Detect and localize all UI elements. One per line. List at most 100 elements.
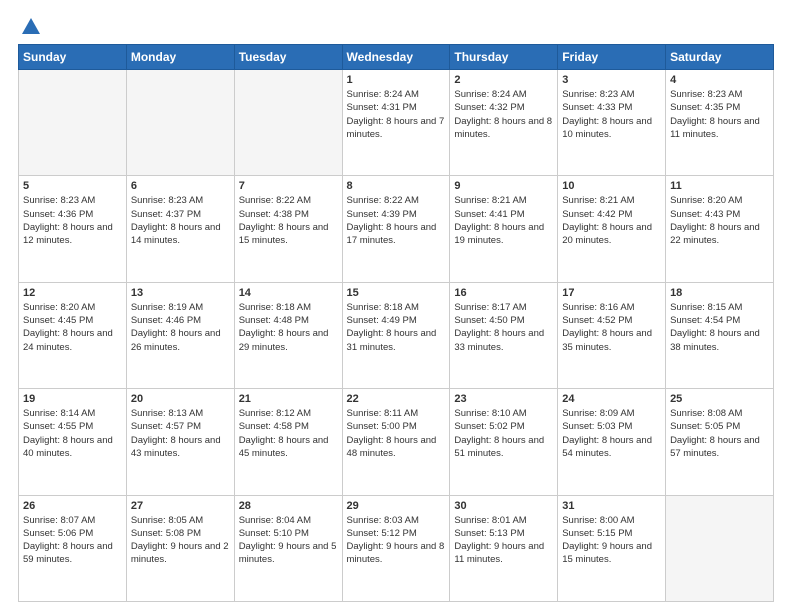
calendar-cell (126, 70, 234, 176)
calendar-cell: 9 Sunrise: 8:21 AMSunset: 4:41 PMDaylight… (450, 176, 558, 282)
calendar-cell: 12 Sunrise: 8:20 AMSunset: 4:45 PMDayligh… (19, 282, 127, 388)
weekday-header-thursday: Thursday (450, 45, 558, 70)
calendar-cell: 5Sunrise: 8:23 AMSunset: 4:36 PMDaylight… (19, 176, 127, 282)
calendar-cell: 1Sunrise: 8:24 AMSunset: 4:31 PMDaylight… (342, 70, 450, 176)
day-content: Sunrise: 8:09 AMSunset: 5:03 PMDaylight:… (562, 407, 661, 460)
day-content: Sunrise: 8:20 AMSunset: 4:45 PMDaylight:… (23, 301, 122, 354)
day-content: Sunrise: 8:19 AMSunset: 4:46 PMDaylight:… (131, 301, 230, 354)
day-number: 13 (131, 287, 230, 299)
day-content: Sunrise: 8:22 AMSunset: 4:38 PMDaylight:… (239, 194, 338, 247)
day-content: Sunrise: 8:21 AMSunset: 4:41 PMDaylight:… (454, 194, 553, 247)
day-number: 8 (347, 180, 446, 192)
day-content: Sunrise: 8:18 AMSunset: 4:49 PMDaylight:… (347, 301, 446, 354)
day-number: 1 (347, 74, 446, 86)
day-content: Sunrise: 8:15 AMSunset: 4:54 PMDaylight:… (670, 301, 769, 354)
day-content: Sunrise: 8:21 AMSunset: 4:42 PMDaylight:… (562, 194, 661, 247)
day-number: 20 (131, 393, 230, 405)
calendar-cell: 13 Sunrise: 8:19 AMSunset: 4:46 PMDayligh… (126, 282, 234, 388)
day-number: 31 (562, 500, 661, 512)
day-content: Sunrise: 8:24 AMSunset: 4:32 PMDaylight:… (454, 88, 553, 141)
day-content: Sunrise: 8:11 AMSunset: 5:00 PMDaylight:… (347, 407, 446, 460)
day-number: 7 (239, 180, 338, 192)
week-row-3: 12 Sunrise: 8:20 AMSunset: 4:45 PMDayligh… (19, 282, 774, 388)
day-number: 28 (239, 500, 338, 512)
calendar-cell: 19 Sunrise: 8:14 AMSunset: 4:55 PMDayligh… (19, 389, 127, 495)
page: SundayMondayTuesdayWednesdayThursdayFrid… (0, 0, 792, 612)
day-number: 29 (347, 500, 446, 512)
calendar-cell: 8 Sunrise: 8:22 AMSunset: 4:39 PMDaylight… (342, 176, 450, 282)
day-number: 15 (347, 287, 446, 299)
logo-icon (20, 16, 42, 38)
calendar-cell: 14 Sunrise: 8:18 AMSunset: 4:48 PMDayligh… (234, 282, 342, 388)
header (18, 16, 774, 38)
day-number: 22 (347, 393, 446, 405)
day-number: 4 (670, 74, 769, 86)
calendar-cell: 6Sunrise: 8:23 AMSunset: 4:37 PMDaylight… (126, 176, 234, 282)
day-content: Sunrise: 8:10 AMSunset: 5:02 PMDaylight:… (454, 407, 553, 460)
calendar-cell: 2 Sunrise: 8:24 AMSunset: 4:32 PMDaylight… (450, 70, 558, 176)
calendar-cell (666, 495, 774, 601)
calendar-cell: 21 Sunrise: 8:12 AMSunset: 4:58 PMDayligh… (234, 389, 342, 495)
calendar-cell: 10 Sunrise: 8:21 AMSunset: 4:42 PMDayligh… (558, 176, 666, 282)
day-number: 25 (670, 393, 769, 405)
day-number: 27 (131, 500, 230, 512)
calendar-cell: 3 Sunrise: 8:23 AMSunset: 4:33 PMDaylight… (558, 70, 666, 176)
day-content: Sunrise: 8:12 AMSunset: 4:58 PMDaylight:… (239, 407, 338, 460)
weekday-header-friday: Friday (558, 45, 666, 70)
day-number: 3 (562, 74, 661, 86)
day-number: 21 (239, 393, 338, 405)
day-content: Sunrise: 8:23 AMSunset: 4:37 PMDaylight:… (131, 194, 230, 247)
day-number: 30 (454, 500, 553, 512)
day-content: Sunrise: 8:03 AMSunset: 5:12 PMDaylight:… (347, 514, 446, 567)
calendar-cell: 16Sunrise: 8:17 AMSunset: 4:50 PMDayligh… (450, 282, 558, 388)
day-content: Sunrise: 8:01 AMSunset: 5:13 PMDaylight:… (454, 514, 553, 567)
day-number: 19 (23, 393, 122, 405)
day-number: 5 (23, 180, 122, 192)
day-content: Sunrise: 8:14 AMSunset: 4:55 PMDaylight:… (23, 407, 122, 460)
day-content: Sunrise: 8:08 AMSunset: 5:05 PMDaylight:… (670, 407, 769, 460)
day-number: 17 (562, 287, 661, 299)
day-number: 2 (454, 74, 553, 86)
day-content: Sunrise: 8:00 AMSunset: 5:15 PMDaylight:… (562, 514, 661, 567)
calendar-cell: 28 Sunrise: 8:04 AMSunset: 5:10 PMDayligh… (234, 495, 342, 601)
day-content: Sunrise: 8:07 AMSunset: 5:06 PMDaylight:… (23, 514, 122, 567)
day-number: 12 (23, 287, 122, 299)
day-content: Sunrise: 8:16 AMSunset: 4:52 PMDaylight:… (562, 301, 661, 354)
calendar-table: SundayMondayTuesdayWednesdayThursdayFrid… (18, 44, 774, 602)
calendar-cell: 17 Sunrise: 8:16 AMSunset: 4:52 PMDayligh… (558, 282, 666, 388)
calendar-cell: 22 Sunrise: 8:11 AMSunset: 5:00 PMDayligh… (342, 389, 450, 495)
logo (18, 16, 42, 38)
day-content: Sunrise: 8:23 AMSunset: 4:33 PMDaylight:… (562, 88, 661, 141)
weekday-header-row: SundayMondayTuesdayWednesdayThursdayFrid… (19, 45, 774, 70)
day-content: Sunrise: 8:04 AMSunset: 5:10 PMDaylight:… (239, 514, 338, 567)
weekday-header-sunday: Sunday (19, 45, 127, 70)
calendar-cell: 26 Sunrise: 8:07 AMSunset: 5:06 PMDayligh… (19, 495, 127, 601)
week-row-4: 19 Sunrise: 8:14 AMSunset: 4:55 PMDayligh… (19, 389, 774, 495)
weekday-header-saturday: Saturday (666, 45, 774, 70)
day-content: Sunrise: 8:22 AMSunset: 4:39 PMDaylight:… (347, 194, 446, 247)
weekday-header-wednesday: Wednesday (342, 45, 450, 70)
day-number: 24 (562, 393, 661, 405)
day-number: 18 (670, 287, 769, 299)
calendar-cell: 23Sunrise: 8:10 AMSunset: 5:02 PMDayligh… (450, 389, 558, 495)
calendar-cell: 7 Sunrise: 8:22 AMSunset: 4:38 PMDaylight… (234, 176, 342, 282)
day-number: 10 (562, 180, 661, 192)
calendar-cell: 20 Sunrise: 8:13 AMSunset: 4:57 PMDayligh… (126, 389, 234, 495)
day-content: Sunrise: 8:13 AMSunset: 4:57 PMDaylight:… (131, 407, 230, 460)
week-row-1: 1Sunrise: 8:24 AMSunset: 4:31 PMDaylight… (19, 70, 774, 176)
day-number: 11 (670, 180, 769, 192)
calendar-cell: 31 Sunrise: 8:00 AMSunset: 5:15 PMDayligh… (558, 495, 666, 601)
day-content: Sunrise: 8:20 AMSunset: 4:43 PMDaylight:… (670, 194, 769, 247)
calendar-cell (19, 70, 127, 176)
day-number: 14 (239, 287, 338, 299)
day-content: Sunrise: 8:05 AMSunset: 5:08 PMDaylight:… (131, 514, 230, 567)
day-content: Sunrise: 8:18 AMSunset: 4:48 PMDaylight:… (239, 301, 338, 354)
calendar-cell: 4Sunrise: 8:23 AMSunset: 4:35 PMDaylight… (666, 70, 774, 176)
calendar-cell: 11 Sunrise: 8:20 AMSunset: 4:43 PMDayligh… (666, 176, 774, 282)
calendar-cell: 27 Sunrise: 8:05 AMSunset: 5:08 PMDayligh… (126, 495, 234, 601)
calendar-cell (234, 70, 342, 176)
day-number: 9 (454, 180, 553, 192)
calendar-cell: 30 Sunrise: 8:01 AMSunset: 5:13 PMDayligh… (450, 495, 558, 601)
day-number: 26 (23, 500, 122, 512)
calendar-cell: 18 Sunrise: 8:15 AMSunset: 4:54 PMDayligh… (666, 282, 774, 388)
